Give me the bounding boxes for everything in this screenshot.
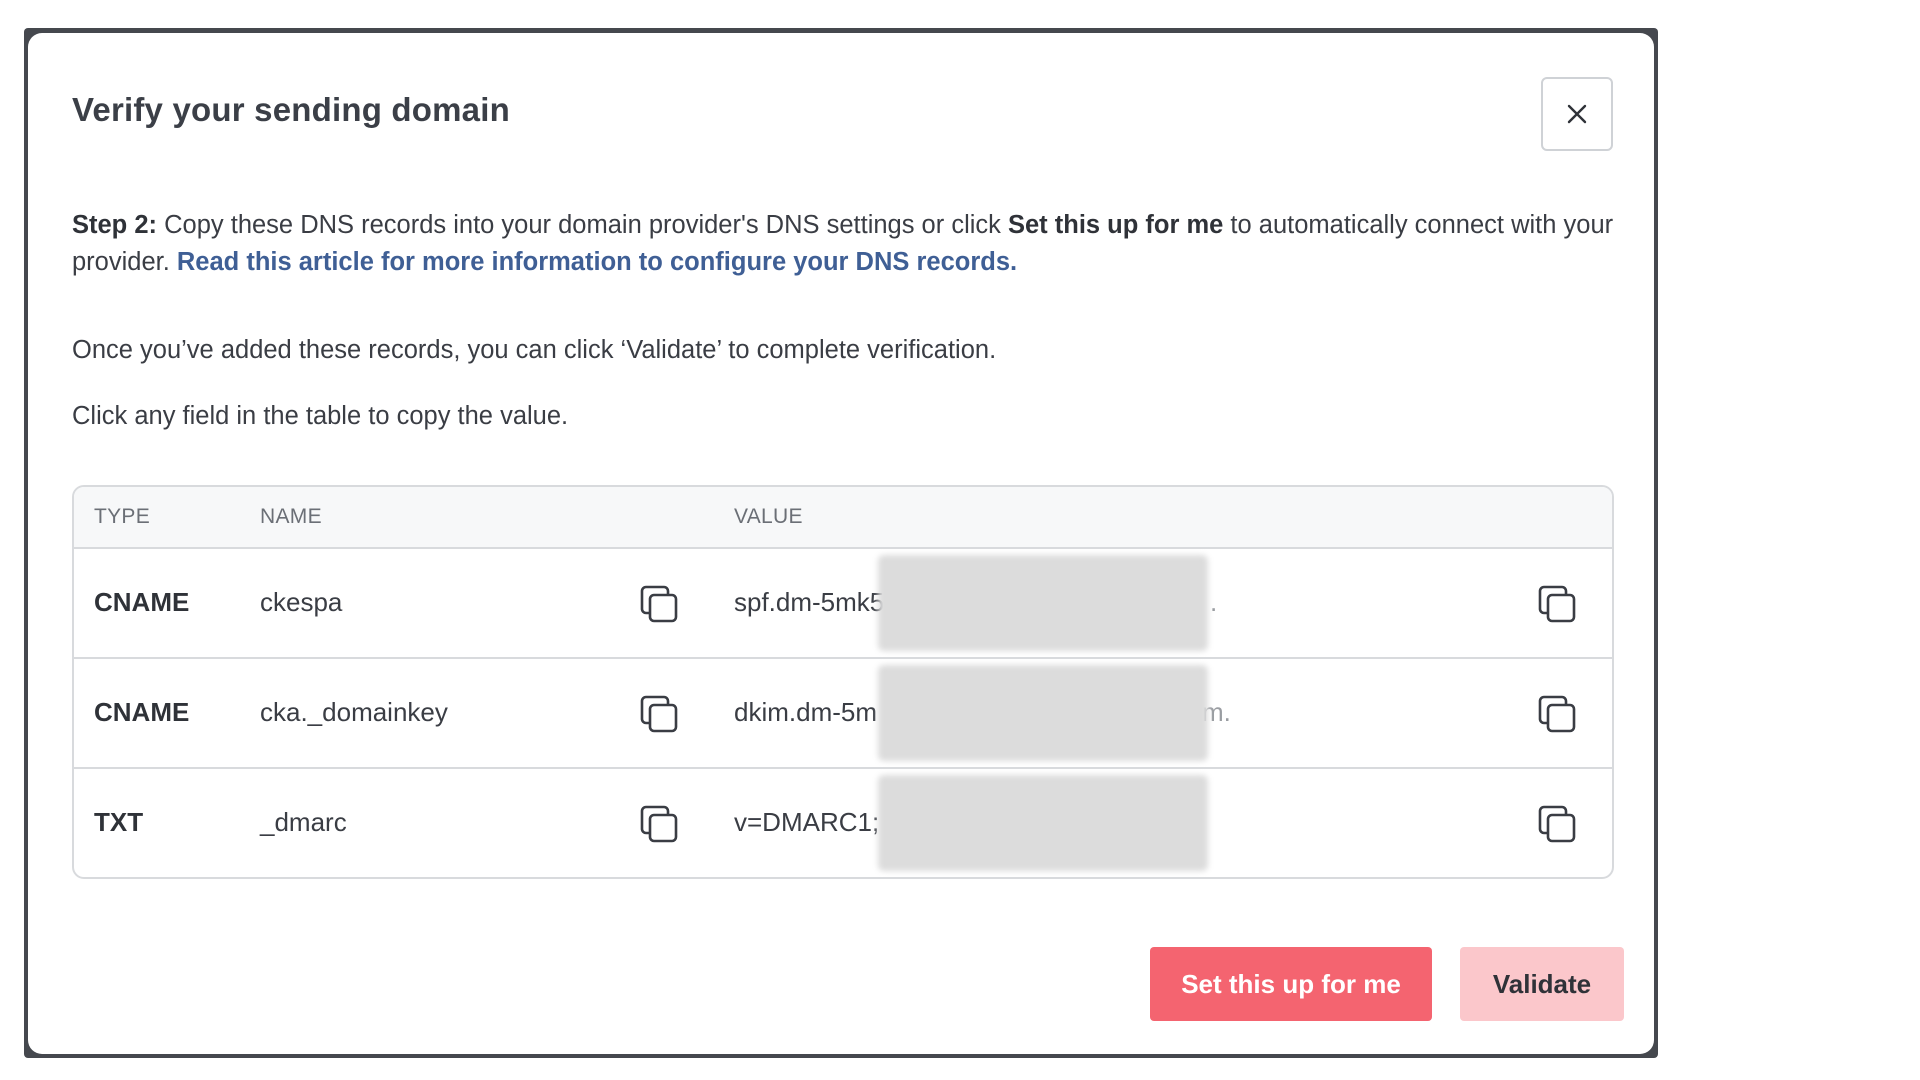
record-value[interactable]: dkim.dm-5m xyxy=(734,697,877,728)
record-type: CNAME xyxy=(94,697,190,727)
close-icon xyxy=(1567,104,1587,124)
step-text-1: Copy these DNS records into your domain … xyxy=(157,211,1008,239)
copy-icon[interactable] xyxy=(1538,695,1578,735)
copy-note: Click any field in the table to copy the… xyxy=(72,402,569,430)
step-label: Step 2: xyxy=(72,211,158,239)
record-value[interactable]: spf.dm-5mk5 xyxy=(734,587,884,618)
dns-article-link[interactable]: Read this article for more information t… xyxy=(177,248,1017,276)
validate-note: Once you’ve added these records, you can… xyxy=(72,336,997,364)
record-type: TXT xyxy=(94,807,144,837)
copy-icon[interactable] xyxy=(640,805,680,845)
record-value[interactable]: v=DMARC1; p xyxy=(734,807,901,838)
table-row[interactable]: CNAME cka._domainkey dkim.dm-5m m. xyxy=(74,659,1612,769)
record-type: CNAME xyxy=(94,587,190,617)
copy-icon[interactable] xyxy=(640,585,680,625)
close-button[interactable] xyxy=(1541,77,1613,151)
set-this-up-button[interactable]: Set this up for me xyxy=(1150,947,1432,1021)
modal-title: Verify your sending domain xyxy=(72,91,510,128)
table-row[interactable]: CNAME ckespa spf.dm-5mk5 . xyxy=(74,549,1612,659)
copy-icon[interactable] xyxy=(1538,805,1578,845)
header-value: VALUE xyxy=(734,505,803,528)
copy-icon[interactable] xyxy=(1538,585,1578,625)
dns-records-table: TYPE NAME VALUE CNAME ckespa spf.dm-5mk5… xyxy=(72,485,1614,879)
validate-button[interactable]: Validate xyxy=(1460,947,1624,1021)
step-instructions: Step 2: Copy these DNS records into your… xyxy=(72,207,1632,281)
header-name: NAME xyxy=(260,505,322,528)
setup-emphasis: Set this up for me xyxy=(1007,211,1224,239)
record-name[interactable]: cka._domainkey xyxy=(260,697,448,728)
verify-domain-modal: Verify your sending domain Step 2: Copy … xyxy=(28,33,1654,1054)
record-name[interactable]: ckespa xyxy=(260,587,342,618)
copy-icon[interactable] xyxy=(640,695,680,735)
redacted-value xyxy=(878,665,1208,761)
redacted-value xyxy=(878,555,1208,651)
record-value-tail: . xyxy=(1210,587,1218,617)
record-name[interactable]: _dmarc xyxy=(260,807,347,838)
table-row[interactable]: TXT _dmarc v=DMARC1; p xyxy=(74,769,1612,877)
redacted-value xyxy=(878,775,1208,871)
header-type: TYPE xyxy=(94,505,151,528)
table-header: TYPE NAME VALUE xyxy=(74,487,1612,549)
